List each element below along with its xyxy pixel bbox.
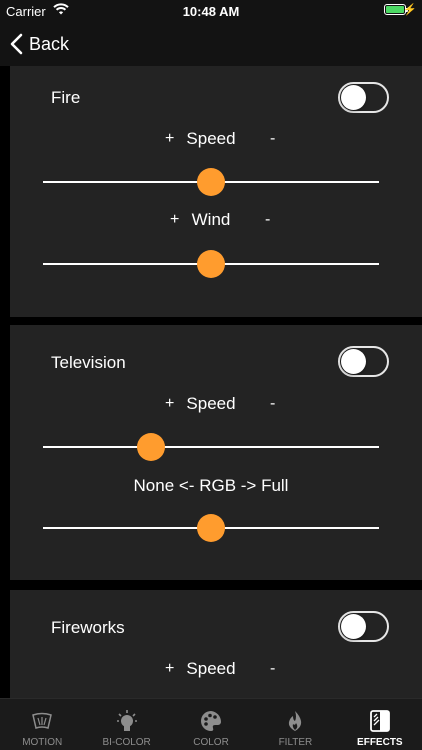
effect-title: Television bbox=[51, 353, 126, 372]
tab-label: MOTION bbox=[22, 737, 63, 748]
back-label: Back bbox=[29, 33, 70, 54]
rgb-label: None <- RGB -> Full bbox=[133, 476, 289, 495]
fireworks-toggle[interactable] bbox=[338, 611, 389, 642]
effect-card-fireworks: Fireworks bbox=[10, 590, 422, 698]
tab-label: FILTER bbox=[278, 737, 313, 748]
wind-label: Wind bbox=[191, 210, 231, 229]
effects-icon bbox=[369, 708, 390, 734]
clock: 10:48 AM bbox=[182, 4, 240, 19]
speed-label: Speed bbox=[186, 394, 236, 413]
speed-minus-label: - bbox=[270, 130, 276, 147]
fire-speed-slider[interactable] bbox=[43, 166, 379, 198]
television-speed-slider[interactable] bbox=[43, 431, 379, 463]
tab-color[interactable]: COLOR bbox=[169, 699, 253, 750]
speed-minus-label: - bbox=[270, 660, 276, 677]
fire-wind-slider[interactable] bbox=[43, 248, 379, 280]
motion-icon bbox=[31, 708, 53, 734]
tab-label: COLOR bbox=[193, 737, 229, 748]
tab-effects[interactable]: EFFECTS bbox=[338, 699, 422, 750]
effect-title: Fireworks bbox=[51, 618, 125, 637]
tab-label: EFFECTS bbox=[357, 737, 403, 748]
slider-thumb[interactable] bbox=[197, 250, 225, 278]
flame-icon bbox=[286, 708, 304, 734]
charging-icon: ⚡ bbox=[403, 4, 417, 16]
slider-thumb[interactable] bbox=[197, 514, 225, 542]
navigation-bar: Back bbox=[0, 22, 422, 66]
slider-thumb[interactable] bbox=[197, 168, 225, 196]
slider-thumb[interactable] bbox=[136, 433, 165, 461]
tab-bar: MOTION BI-COLOR COLOR FILTER EFFECTS bbox=[0, 698, 422, 750]
fire-toggle[interactable] bbox=[338, 82, 389, 113]
speed-label: Speed bbox=[186, 659, 236, 678]
tab-label: BI-COLOR bbox=[102, 737, 151, 748]
wind-minus-label: - bbox=[265, 211, 271, 228]
effect-title: Fire bbox=[51, 88, 81, 107]
effects-list[interactable]: Fire + Speed - + Wind - Television + Spe… bbox=[0, 66, 422, 698]
tab-filter[interactable]: FILTER bbox=[253, 699, 337, 750]
tab-bi-color[interactable]: BI-COLOR bbox=[84, 699, 168, 750]
television-rgb-slider[interactable] bbox=[43, 512, 379, 544]
television-toggle[interactable] bbox=[338, 346, 389, 377]
tab-motion[interactable]: MOTION bbox=[0, 699, 84, 750]
status-bar: Carrier 10:48 AM ⚡ bbox=[0, 0, 422, 22]
palette-icon bbox=[200, 708, 222, 734]
bulb-icon bbox=[116, 708, 138, 734]
speed-minus-label: - bbox=[270, 395, 276, 412]
speed-label: Speed bbox=[186, 129, 236, 148]
back-button[interactable]: Back bbox=[10, 30, 69, 58]
chevron-left-icon bbox=[10, 33, 23, 55]
